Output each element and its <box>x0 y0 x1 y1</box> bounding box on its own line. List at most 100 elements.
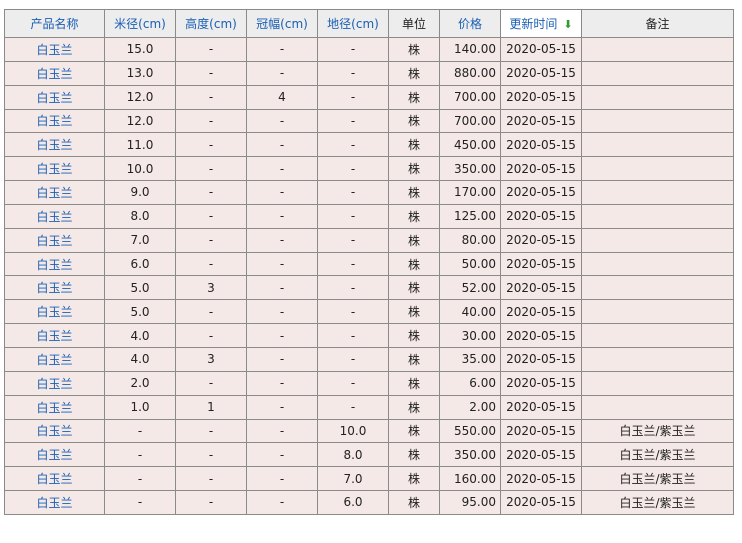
product-name-link[interactable]: 白玉兰 <box>36 91 72 105</box>
column-header-price[interactable]: 价格 <box>439 9 501 38</box>
height-cell: - <box>175 370 247 396</box>
ground-diameter-cell: - <box>317 156 389 182</box>
height-cell: - <box>175 108 247 134</box>
product-name-cell: 白玉兰 <box>4 346 105 372</box>
updated-time-cell: 2020-05-15 <box>500 37 582 62</box>
price-cell: 80.00 <box>439 227 501 253</box>
updated-time-cell: 2020-05-15 <box>500 346 582 372</box>
ground-diameter-cell: 8.0 <box>317 442 389 468</box>
diameter-cell: 5.0 <box>104 275 176 301</box>
product-name-cell: 白玉兰 <box>4 394 105 420</box>
product-name-link[interactable]: 白玉兰 <box>36 448 72 462</box>
height-cell: - <box>175 299 247 325</box>
ground-diameter-cell: - <box>317 37 389 62</box>
price-cell: 450.00 <box>439 132 501 158</box>
unit-cell: 株 <box>388 394 440 420</box>
diameter-cell: 2.0 <box>104 370 176 396</box>
product-name-link[interactable]: 白玉兰 <box>36 424 72 438</box>
unit-cell: 株 <box>388 299 440 325</box>
unit-cell: 株 <box>388 490 440 515</box>
product-name-link[interactable]: 白玉兰 <box>36 305 72 319</box>
height-cell: - <box>175 442 247 468</box>
updated-time-cell: 2020-05-15 <box>500 251 582 277</box>
unit-cell: 株 <box>388 418 440 444</box>
product-name-cell: 白玉兰 <box>4 323 105 348</box>
ground-diameter-cell: 10.0 <box>317 418 389 444</box>
column-header-crown-width[interactable]: 冠幅(cm) <box>246 9 318 38</box>
remarks-cell <box>581 108 734 134</box>
product-name-link[interactable]: 白玉兰 <box>36 43 72 57</box>
remarks-cell <box>581 275 734 301</box>
unit-cell: 株 <box>388 275 440 301</box>
price-cell: 2.00 <box>439 394 501 420</box>
column-header-height[interactable]: 高度(cm) <box>175 9 247 38</box>
product-name-link[interactable]: 白玉兰 <box>36 281 72 295</box>
updated-time-cell: 2020-05-15 <box>500 394 582 420</box>
diameter-cell: 8.0 <box>104 203 176 229</box>
price-table: 产品名称 米径(cm) 高度(cm) 冠幅(cm) 地径(cm) 单位 价格 更… <box>4 9 734 515</box>
product-name-cell: 白玉兰 <box>4 203 105 229</box>
column-header-unit: 单位 <box>388 9 440 38</box>
product-name-link[interactable]: 白玉兰 <box>36 138 72 152</box>
crown-width-cell: - <box>246 203 318 229</box>
price-cell: 125.00 <box>439 203 501 229</box>
remarks-cell <box>581 180 734 205</box>
product-name-link[interactable]: 白玉兰 <box>36 258 72 272</box>
product-name-link[interactable]: 白玉兰 <box>36 496 72 510</box>
table-header-row: 产品名称 米径(cm) 高度(cm) 冠幅(cm) 地径(cm) 单位 价格 更… <box>4 9 734 38</box>
updated-time-cell: 2020-05-15 <box>500 490 582 515</box>
product-name-link[interactable]: 白玉兰 <box>36 114 72 128</box>
crown-width-cell: - <box>246 299 318 325</box>
ground-diameter-cell: - <box>317 132 389 158</box>
updated-time-cell: 2020-05-15 <box>500 108 582 134</box>
product-name-cell: 白玉兰 <box>4 132 105 158</box>
table-row: 白玉兰 11.0- - - 株 450.00 2020-05-15 <box>4 132 734 158</box>
table-row: 白玉兰 1.0 1- - 株 2.00 2020-05-15 <box>4 394 734 420</box>
table-row: 白玉兰 2.0- - - 株 6.00 2020-05-15 <box>4 370 734 396</box>
height-cell: - <box>175 251 247 277</box>
product-name-link[interactable]: 白玉兰 <box>36 353 72 367</box>
remarks-cell <box>581 203 734 229</box>
remarks-cell <box>581 394 734 420</box>
product-name-link[interactable]: 白玉兰 <box>36 472 72 486</box>
updated-time-cell: 2020-05-15 <box>500 84 582 110</box>
height-cell: - <box>175 418 247 444</box>
product-name-cell: 白玉兰 <box>4 442 105 468</box>
product-name-link[interactable]: 白玉兰 <box>36 234 72 248</box>
table-row: 白玉兰 5.0- - - 株 40.00 2020-05-15 <box>4 299 734 325</box>
column-header-remarks: 备注 <box>581 9 734 38</box>
remarks-cell <box>581 370 734 396</box>
price-cell: 40.00 <box>439 299 501 325</box>
crown-width-cell: - <box>246 227 318 253</box>
diameter-cell: 15.0 <box>104 37 176 62</box>
diameter-cell: 10.0 <box>104 156 176 182</box>
product-name-link[interactable]: 白玉兰 <box>36 377 72 391</box>
height-cell: - <box>175 323 247 348</box>
column-header-diameter[interactable]: 米径(cm) <box>104 9 176 38</box>
unit-cell: 株 <box>388 370 440 396</box>
remarks-cell: 白玉兰/紫玉兰 <box>581 490 734 515</box>
column-header-product-name[interactable]: 产品名称 <box>4 9 105 38</box>
price-cell: 50.00 <box>439 251 501 277</box>
price-cell: 550.00 <box>439 418 501 444</box>
product-name-cell: 白玉兰 <box>4 490 105 515</box>
product-name-link[interactable]: 白玉兰 <box>36 401 72 415</box>
product-name-link[interactable]: 白玉兰 <box>36 210 72 224</box>
column-header-updated-time[interactable]: 更新时间 ⬇ <box>500 9 582 38</box>
updated-time-cell: 2020-05-15 <box>500 180 582 205</box>
remarks-cell <box>581 156 734 182</box>
column-header-ground-diameter[interactable]: 地径(cm) <box>317 9 389 38</box>
crown-width-cell: - <box>246 108 318 134</box>
height-cell: - <box>175 203 247 229</box>
product-name-link[interactable]: 白玉兰 <box>36 162 72 176</box>
remarks-cell <box>581 60 734 86</box>
diameter-cell: - <box>104 466 176 492</box>
product-name-link[interactable]: 白玉兰 <box>36 329 72 343</box>
crown-width-cell: - <box>246 156 318 182</box>
remarks-cell <box>581 346 734 372</box>
product-name-link[interactable]: 白玉兰 <box>36 186 72 200</box>
diameter-cell: - <box>104 442 176 468</box>
price-cell: 35.00 <box>439 346 501 372</box>
crown-width-cell: - <box>246 466 318 492</box>
product-name-link[interactable]: 白玉兰 <box>36 67 72 81</box>
